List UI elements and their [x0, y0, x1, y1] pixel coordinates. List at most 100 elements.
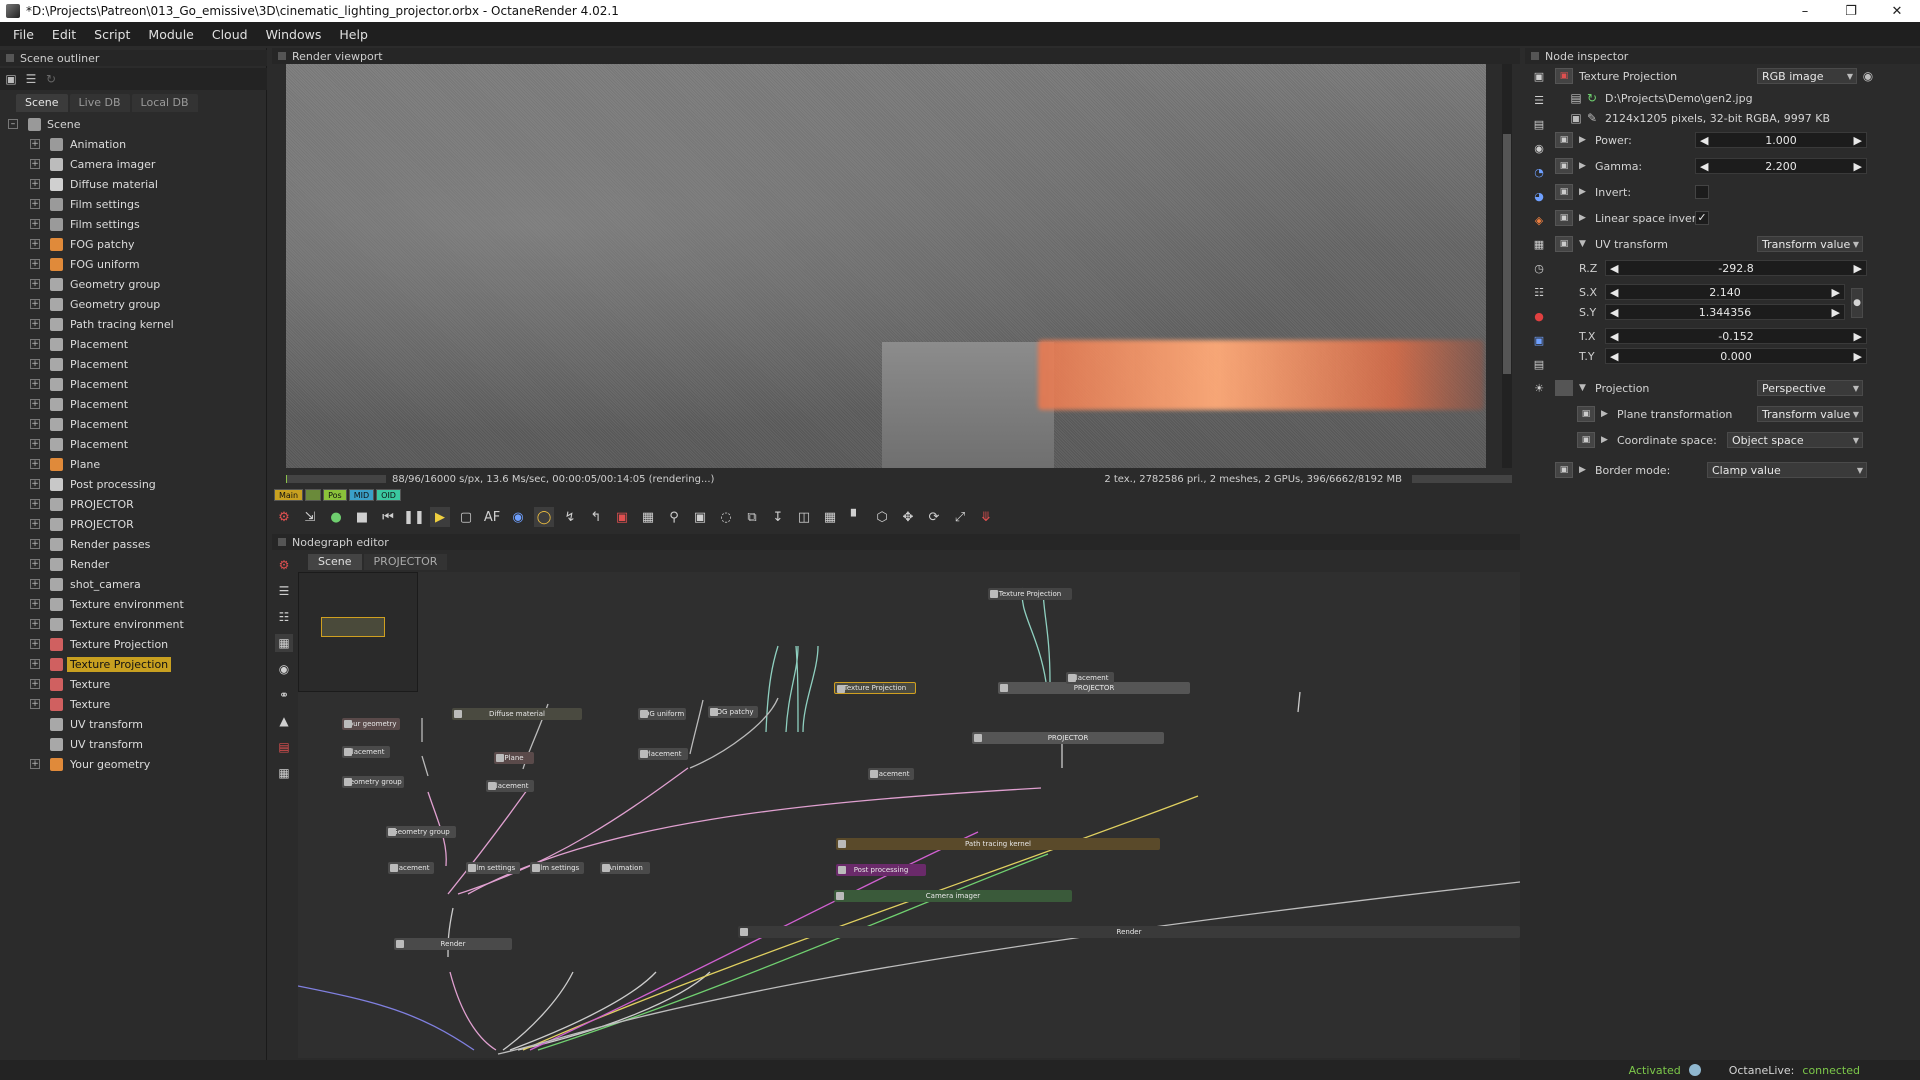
node-link-icon[interactable]: ⚭	[275, 686, 293, 704]
tab-live-db[interactable]: Live DB	[69, 94, 130, 112]
tree-item[interactable]: + Film settings	[0, 194, 267, 214]
save-icon[interactable]: ▣	[1569, 111, 1583, 125]
play-icon[interactable]: ▶	[430, 507, 450, 527]
world-axis-icon[interactable]: ⤋	[976, 507, 996, 527]
graph-node[interactable]: FOG uniform	[638, 708, 686, 720]
inspector-passes-icon[interactable]: ▦	[1531, 236, 1547, 252]
node-grid-icon[interactable]: ▦	[275, 764, 293, 782]
outliner-refresh-icon[interactable]: ↻	[44, 72, 58, 86]
graph-node[interactable]: Placement	[638, 748, 688, 760]
expand-icon[interactable]: +	[30, 279, 40, 289]
increment-icon[interactable]: ▶	[1832, 306, 1840, 319]
graph-node[interactable]: Placement	[388, 862, 434, 874]
expand-arrow-icon[interactable]: ▶	[1579, 213, 1589, 223]
inspector-image-icon[interactable]: ▤	[1531, 356, 1547, 372]
nodegraph-minimap[interactable]	[298, 572, 418, 692]
tree-item[interactable]: + Placement	[0, 434, 267, 454]
tree-item[interactable]: + Post processing	[0, 474, 267, 494]
gizmo-box-icon[interactable]: ⬡	[872, 507, 892, 527]
inspector-copy-icon[interactable]: ▣	[1531, 68, 1547, 84]
viewport-scrollbar[interactable]	[1502, 64, 1512, 468]
increment-icon[interactable]: ▶	[1854, 330, 1862, 343]
expand-icon[interactable]: +	[30, 639, 40, 649]
tree-item[interactable]: + Placement	[0, 414, 267, 434]
decrement-icon[interactable]: ◀	[1610, 306, 1618, 319]
tree-item[interactable]: + Placement	[0, 334, 267, 354]
graph-node[interactable]: Post processing	[836, 864, 926, 876]
panel-grip-icon[interactable]	[6, 54, 14, 62]
graph-node[interactable]: Film settings	[530, 862, 584, 874]
tree-item[interactable]: + Placement	[0, 354, 267, 374]
projection-dropdown[interactable]: Perspective ▼	[1757, 380, 1863, 396]
tree-item[interactable]: + Render	[0, 554, 267, 574]
render-settings-icon[interactable]: ⚙	[274, 507, 294, 527]
graph-node[interactable]: Placement	[1066, 672, 1114, 684]
lock-viewport-icon[interactable]: ◯	[534, 507, 554, 527]
tree-item[interactable]: + Film settings	[0, 214, 267, 234]
expand-icon[interactable]: +	[30, 199, 40, 209]
tree-item[interactable]: + Path tracing kernel	[0, 314, 267, 334]
expand-icon[interactable]: +	[30, 619, 40, 629]
menu-cloud[interactable]: Cloud	[203, 27, 257, 42]
viewport-scroll-thumb[interactable]	[1503, 134, 1511, 374]
rotate-gizmo-icon[interactable]: ⟳	[924, 507, 944, 527]
save-render-icon[interactable]: ↧	[768, 507, 788, 527]
increment-icon[interactable]: ▶	[1854, 350, 1862, 363]
inspector-camera-icon[interactable]: ◉	[1531, 140, 1547, 156]
expand-icon[interactable]: +	[30, 759, 40, 769]
scale-gizmo-icon[interactable]: ⤢	[950, 507, 970, 527]
uv-transform-dropdown[interactable]: Transform value ▼	[1757, 236, 1863, 252]
tree-item[interactable]: + FOG uniform	[0, 254, 267, 274]
decrement-icon[interactable]: ◀	[1610, 286, 1618, 299]
expand-arrow-icon[interactable]: ▶	[1579, 465, 1589, 475]
tree-item[interactable]: + Placement	[0, 394, 267, 414]
tx-slider[interactable]: ◀ -0.152 ▶	[1605, 328, 1867, 344]
minimize-button[interactable]: –	[1782, 0, 1828, 22]
invert-pin-icon[interactable]: ▣	[1555, 184, 1573, 200]
color-picker-icon[interactable]: ●	[326, 507, 346, 527]
graph-node[interactable]: FOG patchy	[708, 706, 758, 718]
panel-grip-icon[interactable]	[278, 538, 286, 546]
edit-icon[interactable]: ✎	[1585, 111, 1599, 125]
tab-ng-scene[interactable]: Scene	[308, 554, 362, 570]
zoom-icon[interactable]: ⚲	[664, 507, 684, 527]
decrement-icon[interactable]: ◀	[1610, 262, 1618, 275]
node-arrange-icon[interactable]: ☷	[275, 608, 293, 626]
graph-node[interactable]: Texture Projection	[834, 682, 916, 694]
expand-icon[interactable]: +	[30, 539, 40, 549]
tree-item[interactable]: + Texture environment	[0, 614, 267, 634]
expand-icon[interactable]: +	[30, 679, 40, 689]
graph-node[interactable]: Plane	[494, 752, 534, 764]
restart-icon[interactable]: ⏮	[378, 507, 398, 527]
outliner-list-icon[interactable]: ☰	[24, 72, 38, 86]
tree-item[interactable]: + Plane	[0, 454, 267, 474]
expand-icon[interactable]: +	[30, 579, 40, 589]
expand-icon[interactable]: +	[30, 139, 40, 149]
film-region-icon[interactable]: ▣	[690, 507, 710, 527]
menu-module[interactable]: Module	[139, 27, 202, 42]
graph-node[interactable]: Geometry group	[342, 776, 404, 788]
collapse-icon[interactable]: –	[8, 119, 18, 129]
stop-icon[interactable]: ■	[352, 507, 372, 527]
tab-ng-projector[interactable]: PROJECTOR	[363, 554, 448, 570]
expand-arrow-icon[interactable]: ▶	[1601, 435, 1611, 445]
graph-node[interactable]: Texture Projection	[988, 588, 1072, 600]
decrement-icon[interactable]: ◀	[1700, 134, 1708, 147]
export-passes-icon[interactable]: ◫	[794, 507, 814, 527]
decrement-icon[interactable]: ◀	[1610, 350, 1618, 363]
border-mode-dropdown[interactable]: Clamp value ▼	[1707, 462, 1867, 478]
move-gizmo-icon[interactable]: ✥	[898, 507, 918, 527]
folder-icon[interactable]: ▤	[1569, 91, 1583, 105]
nodegraph-canvas[interactable]: Texture Projection Texture Projection PROJ…	[298, 572, 1520, 1058]
expand-icon[interactable]: +	[30, 399, 40, 409]
gamma-pin-icon[interactable]: ▣	[1555, 158, 1573, 174]
minimap-viewport[interactable]	[321, 617, 385, 637]
inspector-clock-icon[interactable]: ◷	[1531, 260, 1547, 276]
invert-checkbox[interactable]	[1695, 185, 1709, 199]
eye-icon[interactable]: ◉	[1861, 69, 1875, 83]
tree-item[interactable]: + Texture Projection	[0, 634, 267, 654]
expand-icon[interactable]: +	[30, 179, 40, 189]
maximize-button[interactable]: ❐	[1828, 0, 1874, 22]
tree-item[interactable]: + Diffuse material	[0, 174, 267, 194]
graph-node[interactable]: Geometry group	[386, 826, 456, 838]
